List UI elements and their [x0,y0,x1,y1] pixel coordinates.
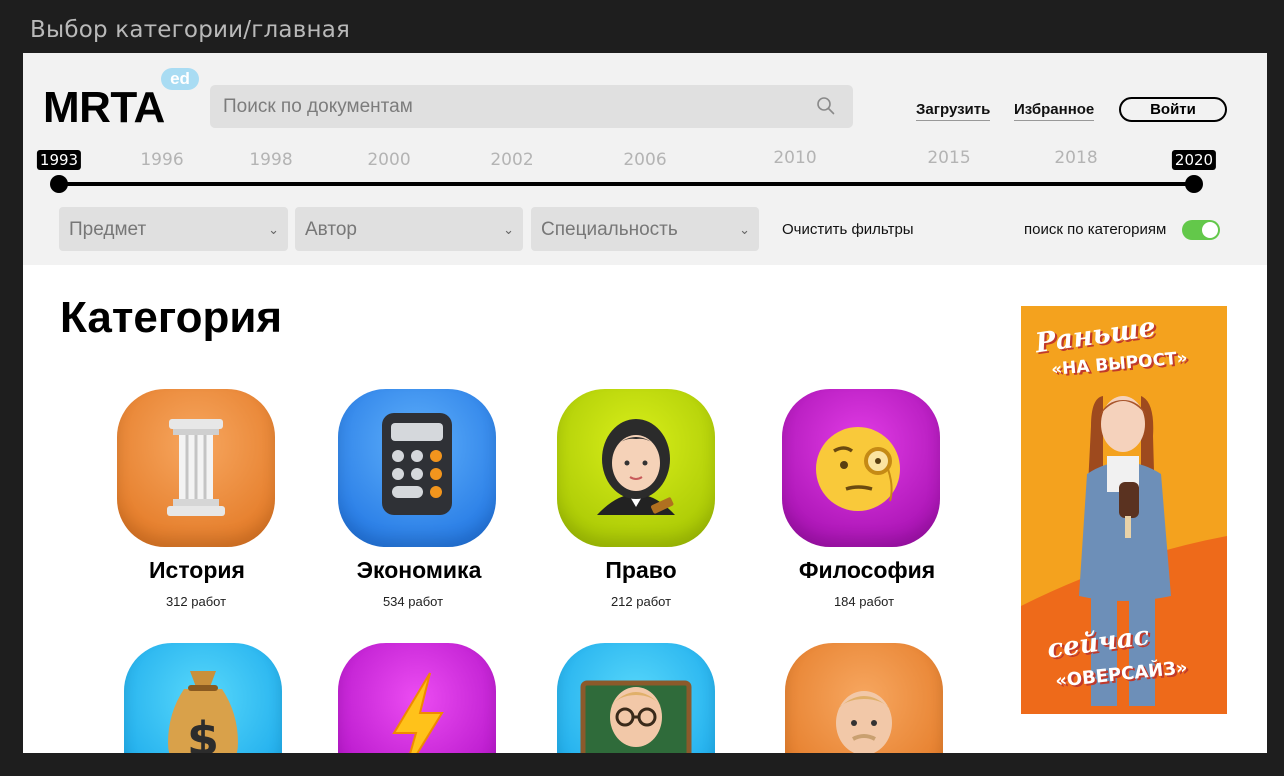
timeline-year: 2006 [623,150,667,170]
search-icon[interactable] [815,95,837,117]
monocle-face-icon [782,389,940,547]
specialty-select[interactable]: Специальность ⌄ [531,207,759,251]
category-count: 212 работ [610,594,672,609]
page-title: Категория [60,293,283,342]
chevron-down-icon: ⌄ [268,222,279,237]
calculator-icon [338,389,496,547]
ad-banner[interactable]: Раньше «НА ВЫРОСТ» сейчас «ОВЕРСАЙЗ» [1021,306,1227,714]
header: MRTA ed Загрузить Избранное Войти 1993 1… [23,53,1267,265]
logo-badge: ed [161,68,199,90]
page: MRTA ed Загрузить Избранное Войти 1993 1… [23,53,1267,753]
frame-title: Выбор категории/главная [30,17,351,43]
timeline-year: 2018 [1054,148,1098,168]
timeline-year: 2002 [490,150,534,170]
timeline-end-label: 2020 [1171,150,1217,170]
upload-link[interactable]: Загрузить [916,101,991,121]
timeline-year: 1998 [249,150,293,170]
author-select-value: Автор [305,219,357,240]
category-count: 312 работ [165,594,227,609]
category-count: 184 работ [833,594,895,609]
search-input[interactable] [210,85,853,128]
timeline-track[interactable] [59,182,1195,186]
timeline-year: 1996 [140,150,184,170]
timeline-start-handle[interactable] [50,175,68,193]
timeline-year: 2000 [367,150,411,170]
lightning-icon [338,643,496,753]
svg-text:$: $ [187,712,219,753]
subject-select[interactable]: Предмет ⌄ [59,207,288,251]
category-name: Экономика [356,557,482,583]
timeline-year: 2010 [773,148,817,168]
teacher-icon [557,643,715,753]
money-bag-icon: $ [124,643,282,753]
judge-icon [557,389,715,547]
author-select[interactable]: Автор ⌄ [295,207,523,251]
timeline-year: 2015 [927,148,971,168]
column-icon [117,389,275,547]
search-bar[interactable] [210,85,853,128]
subject-select-value: Предмет [69,219,147,240]
timeline-start-label: 1993 [36,150,82,170]
timeline-end-handle[interactable] [1185,175,1203,193]
clear-filters-button[interactable]: Очистить фильтры [782,221,914,238]
category-name: Философия [798,557,936,583]
category-count: 534 работ [382,594,444,609]
category-name: Право [605,557,677,583]
category-name: История [149,557,245,583]
logo[interactable]: MRTA [43,83,165,133]
specialty-select-value: Специальность [541,219,678,240]
chevron-down-icon: ⌄ [739,222,750,237]
login-button[interactable]: Войти [1119,97,1227,122]
favorites-link[interactable]: Избранное [1014,101,1095,121]
category-search-label: поиск по категориям [1024,221,1167,238]
doctor-icon [785,643,943,753]
chevron-down-icon: ⌄ [503,222,514,237]
category-search-toggle[interactable] [1182,220,1220,240]
